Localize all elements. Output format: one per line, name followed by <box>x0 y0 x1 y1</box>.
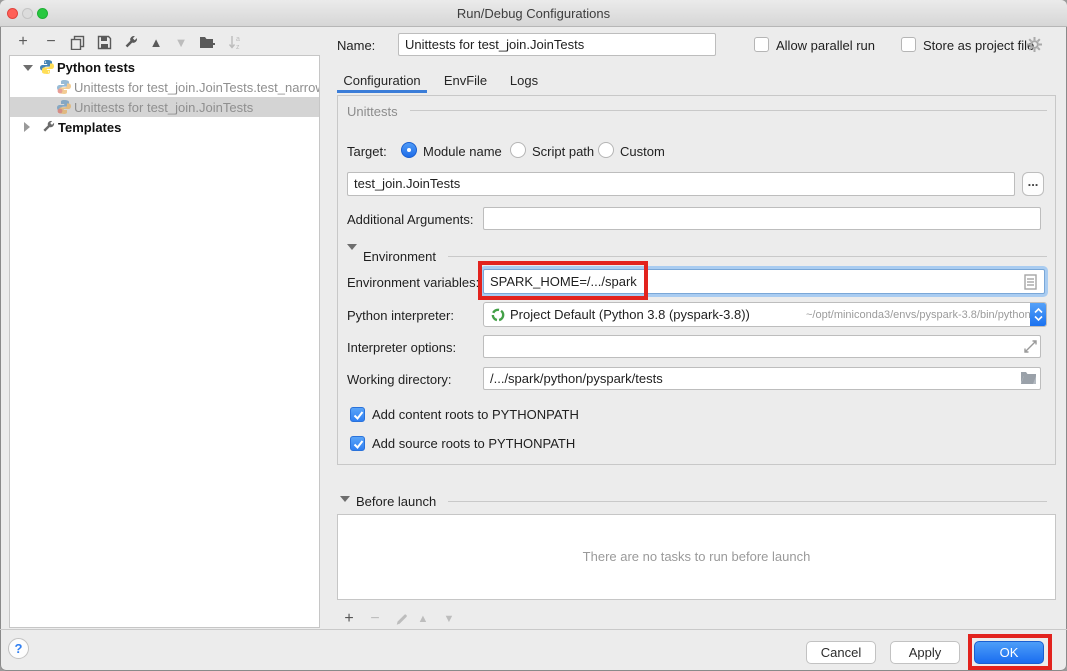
before-launch-move-up-icon[interactable]: ▲ <box>412 610 434 628</box>
source-roots-label: Add source roots to PYTHONPATH <box>372 436 575 451</box>
source-roots-checkbox[interactable] <box>350 436 365 451</box>
save-icon[interactable] <box>93 32 115 52</box>
chevron-right-icon[interactable] <box>24 122 30 132</box>
interpreter-options-label: Interpreter options: <box>347 340 456 355</box>
tree-item-unittest-jointests[interactable]: Unittests for test_join.JoinTests <box>10 97 320 117</box>
python-interpreter-select[interactable]: Project Default (Python 3.8 (pyspark-3.8… <box>483 302 1047 327</box>
conda-env-icon <box>491 308 505 325</box>
python-icon <box>39 59 55 75</box>
folder-icon[interactable] <box>1020 371 1037 388</box>
name-label: Name: <box>337 38 375 53</box>
environment-collapse-icon[interactable] <box>347 244 357 250</box>
titlebar[interactable]: Run/Debug Configurations <box>0 0 1067 27</box>
expand-icon[interactable] <box>1023 339 1038 357</box>
interpreter-options-input[interactable] <box>483 335 1041 358</box>
remove-icon[interactable]: − <box>40 32 62 52</box>
python-interpreter-label: Python interpreter: <box>347 308 454 323</box>
target-module-input[interactable]: test_join.JoinTests <box>347 172 1015 196</box>
name-input[interactable]: Unittests for test_join.JoinTests <box>398 33 716 56</box>
add-icon[interactable]: + <box>12 32 34 52</box>
environment-variables-label: Environment variables: <box>347 275 479 290</box>
radio-module-name[interactable] <box>401 142 417 158</box>
radio-module-name-label: Module name <box>423 144 502 159</box>
content-roots-checkbox[interactable] <box>350 407 365 422</box>
help-button[interactable]: ? <box>8 638 29 659</box>
target-label: Target: <box>347 144 387 159</box>
content-roots-label: Add content roots to PYTHONPATH <box>372 407 579 422</box>
before-launch-collapse-icon[interactable] <box>340 496 350 502</box>
store-as-project-file-checkbox[interactable] <box>901 37 916 52</box>
python-interpreter-path: ~/opt/miniconda3/envs/pyspark-3.8/bin/py… <box>806 309 1031 321</box>
new-folder-icon[interactable] <box>196 32 218 52</box>
tab-configuration[interactable]: Configuration <box>337 68 427 93</box>
unittests-separator <box>410 110 1047 111</box>
move-up-icon[interactable]: ▲ <box>145 32 167 52</box>
apply-button[interactable]: Apply <box>890 641 960 664</box>
configurations-tree: Python tests Unittests for test_join.Joi… <box>9 55 320 628</box>
tab-logs[interactable]: Logs <box>504 68 544 93</box>
tree-item-python-tests[interactable]: Python tests <box>10 57 320 77</box>
store-as-project-file-label: Store as project file <box>923 38 1034 53</box>
chevron-down-icon[interactable] <box>23 65 33 71</box>
cancel-button[interactable]: Cancel <box>806 641 876 664</box>
move-down-icon[interactable]: ▼ <box>170 32 192 52</box>
working-directory-label: Working directory: <box>347 372 452 387</box>
before-launch-section-label: Before launch <box>356 494 436 509</box>
before-launch-remove-icon[interactable]: − <box>364 610 386 628</box>
radio-custom-label: Custom <box>620 144 665 159</box>
ok-button[interactable]: OK <box>974 641 1044 664</box>
radio-custom[interactable] <box>598 142 614 158</box>
sort-alphabetically-icon[interactable]: az <box>224 32 246 52</box>
tree-item-unittest-narrow[interactable]: Unittests for test_join.JoinTests.test_n… <box>10 77 320 97</box>
python-test-icon <box>56 99 72 115</box>
copy-icon[interactable] <box>66 32 88 52</box>
tree-item-label: Python tests <box>57 60 135 75</box>
tree-item-label: Unittests for test_join.JoinTests.test_n… <box>74 80 320 95</box>
combo-arrows-icon[interactable] <box>1030 303 1046 326</box>
run-debug-configurations-dialog: Run/Debug Configurations + − ▲ ▼ az Pyth… <box>0 0 1067 671</box>
radio-script-path[interactable] <box>510 142 526 158</box>
before-launch-task-list[interactable]: There are no tasks to run before launch <box>337 514 1056 600</box>
unittests-section-label: Unittests <box>347 104 398 119</box>
allow-parallel-run-label: Allow parallel run <box>776 38 875 53</box>
radio-script-path-label: Script path <box>532 144 594 159</box>
footer-divider <box>0 629 1067 630</box>
allow-parallel-run-checkbox[interactable] <box>754 37 769 52</box>
before-launch-empty-text: There are no tasks to run before launch <box>338 549 1055 564</box>
browse-button[interactable]: ... <box>1022 172 1044 196</box>
additional-arguments-input[interactable] <box>483 207 1041 230</box>
working-directory-input[interactable]: /.../spark/python/pyspark/tests <box>483 367 1041 390</box>
python-interpreter-value: Project Default (Python 3.8 (pyspark-3.8… <box>510 307 750 322</box>
environment-section-label: Environment <box>363 249 436 264</box>
before-launch-add-icon[interactable]: + <box>338 610 360 628</box>
tree-item-label: Templates <box>58 120 121 135</box>
gear-icon[interactable] <box>1026 36 1043 56</box>
window-title: Run/Debug Configurations <box>0 6 1067 21</box>
tree-item-templates[interactable]: Templates <box>10 117 320 137</box>
before-launch-separator <box>448 501 1047 502</box>
environment-variables-input[interactable]: SPARK_HOME=/.../spark <box>483 269 1045 294</box>
wrench-icon <box>41 119 57 135</box>
tree-item-label: Unittests for test_join.JoinTests <box>74 100 253 115</box>
edit-variables-icon[interactable] <box>1024 274 1037 293</box>
svg-text:z: z <box>236 44 240 50</box>
before-launch-edit-icon[interactable] <box>390 610 412 628</box>
python-test-icon <box>56 79 72 95</box>
edit-templates-icon[interactable] <box>120 32 142 52</box>
before-launch-move-down-icon[interactable]: ▼ <box>438 610 460 628</box>
svg-text:a: a <box>236 36 240 43</box>
environment-separator <box>448 256 1047 257</box>
additional-arguments-label: Additional Arguments: <box>347 212 473 227</box>
tab-envfile[interactable]: EnvFile <box>438 68 493 93</box>
